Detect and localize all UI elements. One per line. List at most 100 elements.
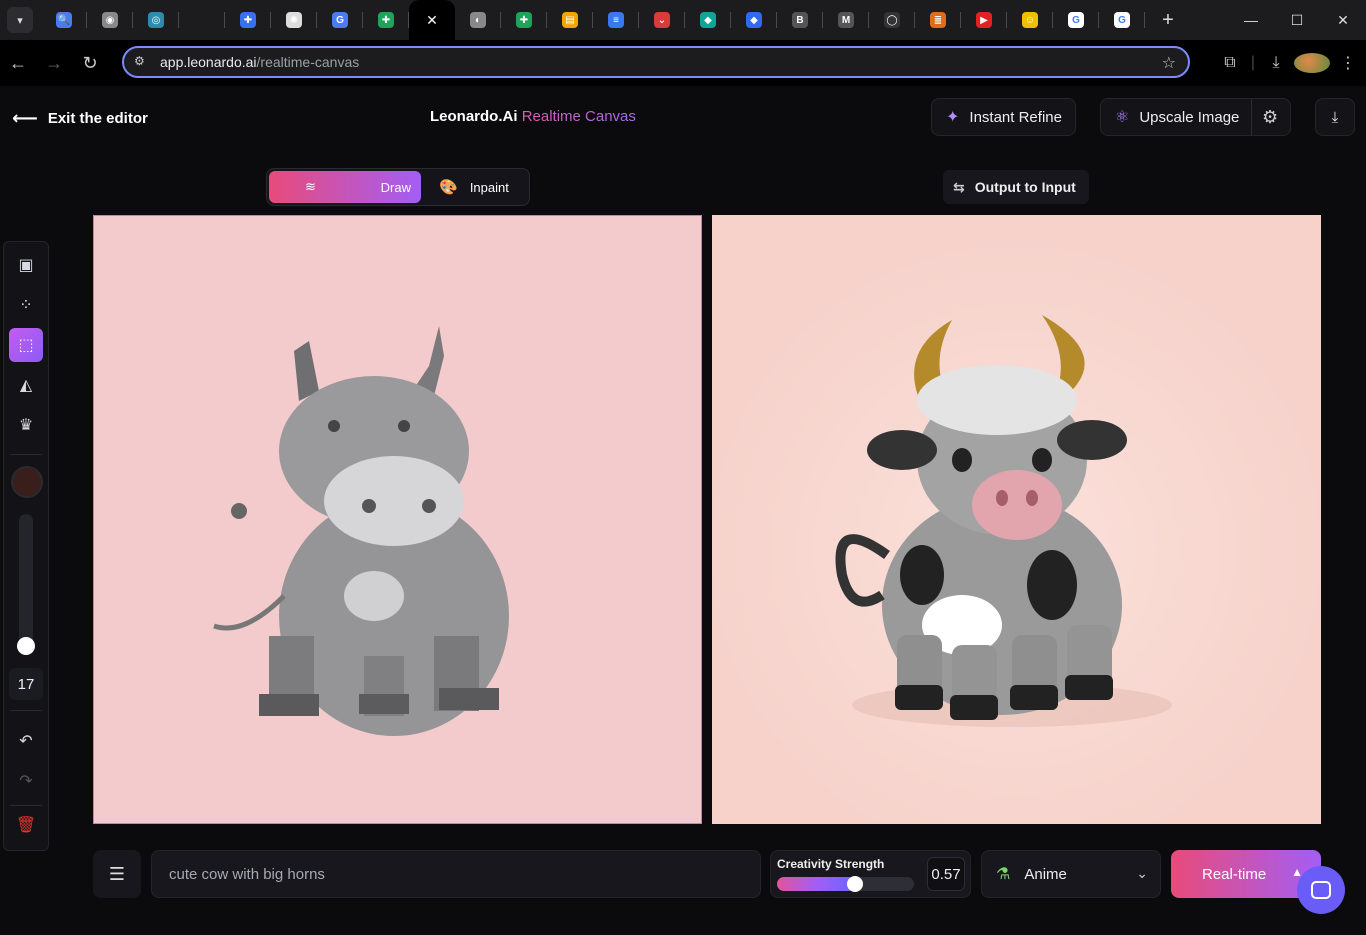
add-image-tool[interactable]: ▣ xyxy=(9,248,43,282)
undo-button[interactable]: ↶ xyxy=(9,724,43,758)
browser-toolbar: ← → ↻ ⚙ app.leonardo.ai/realtime-canvas … xyxy=(0,40,1366,86)
browser-tab[interactable]: ◐ xyxy=(455,0,501,40)
window-controls: — ☐ ✕ xyxy=(1228,0,1366,40)
browser-tab-bar: ▾ 🔍 ◉ ◎ ✚ ✺ G ✚ ✕ ◐ ✚ ▤ ≡ ⌄ ◆ ◆ B M ◯ ≣ ▶ ☺ G G + — ☐ ✕ xyxy=(0,0,1366,40)
creativity-slider[interactable] xyxy=(777,876,914,892)
redo-button[interactable]: ↷ xyxy=(9,764,43,798)
site-settings-icon[interactable]: ⚙ xyxy=(134,54,150,70)
delete-button[interactable]: 🗑 xyxy=(9,808,43,842)
paint-brush-tool[interactable]: ♛ xyxy=(9,408,43,442)
download-icon: ⤓ xyxy=(1331,108,1339,126)
creativity-slider-handle[interactable] xyxy=(847,876,864,892)
download-icon[interactable]: ⤓ xyxy=(1258,54,1294,72)
globe-icon: ◐ xyxy=(470,12,486,28)
browser-tab[interactable]: ⌄ xyxy=(639,0,685,40)
cow-sketch-image xyxy=(213,326,509,736)
new-tab-button[interactable]: + xyxy=(1153,5,1183,35)
image-plus-icon: ▣ xyxy=(18,257,34,274)
app-root: ⟵ Exit the editor Leonardo.Ai Realtime C… xyxy=(0,86,1366,935)
browser-tab[interactable]: ◆ xyxy=(685,0,731,40)
reload-icon: ↻ xyxy=(82,52,98,73)
diamond-blue-icon: ◆ xyxy=(746,12,762,28)
arrow-right-icon: → xyxy=(45,52,63,73)
divider xyxy=(10,454,42,455)
output-to-input-button[interactable]: ⇆ Output to Input xyxy=(943,170,1089,204)
browser-tab[interactable]: ◎ xyxy=(133,0,179,40)
output-canvas[interactable] xyxy=(712,215,1321,824)
browser-tab[interactable]: ▶ xyxy=(961,0,1007,40)
browser-tab[interactable]: 🔍 xyxy=(41,0,87,40)
tab-search-menu-button[interactable]: ▾ xyxy=(7,7,33,33)
generated-cow-image xyxy=(835,315,1172,727)
grid-tool[interactable]: ⁘ xyxy=(9,288,43,322)
drawing-canvas[interactable] xyxy=(93,215,702,824)
reload-button[interactable]: ↻ xyxy=(72,45,108,81)
draw-brush-icon: ≋ xyxy=(305,179,316,194)
divider xyxy=(10,805,42,806)
github-icon: ◯ xyxy=(884,12,900,28)
chat-support-button[interactable] xyxy=(1297,866,1345,914)
minimize-button[interactable]: — xyxy=(1228,0,1274,40)
tab-draw[interactable]: ≋ Draw xyxy=(269,171,421,203)
url-text: app.leonardo.ai/realtime-canvas xyxy=(160,54,359,70)
creativity-value-input[interactable]: 0.57 xyxy=(927,857,965,891)
creativity-label: Creativity Strength xyxy=(777,857,885,871)
browser-tab[interactable]: B xyxy=(777,0,823,40)
chevron-down-icon: ⌄ xyxy=(1136,865,1148,881)
undo-icon: ↶ xyxy=(19,733,33,750)
address-bar[interactable]: ⚙ app.leonardo.ai/realtime-canvas ☆ xyxy=(122,46,1190,78)
sparkle-icon: ✦ xyxy=(946,109,960,126)
brush-size-slider-handle[interactable] xyxy=(17,637,35,655)
gear-icon[interactable]: ⚙ xyxy=(1262,107,1278,128)
browser-tab[interactable]: ≣ xyxy=(915,0,961,40)
style-label: Anime xyxy=(1024,865,1067,883)
browser-tab[interactable]: G xyxy=(317,0,363,40)
tab-inpaint[interactable]: 🎨 Inpaint xyxy=(421,171,527,203)
style-dropdown[interactable]: ⚗ Anime ⌄ xyxy=(981,850,1161,898)
exit-editor-button[interactable]: ⟵ Exit the editor xyxy=(12,108,148,129)
browser-tab[interactable]: ✚ xyxy=(501,0,547,40)
openai-icon: ✺ xyxy=(286,12,302,28)
brand-name: Leonardo.Ai xyxy=(430,108,518,125)
upscale-image-button[interactable]: ⚛ Upscale Image ⚙ xyxy=(1100,98,1291,136)
browser-tab[interactable]: G xyxy=(1053,0,1099,40)
browser-tab[interactable]: ◆ xyxy=(731,0,777,40)
download-button[interactable]: ⤓ xyxy=(1315,98,1355,136)
kebab-menu-icon[interactable]: ⋮ xyxy=(1330,53,1366,73)
browser-tab[interactable]: G xyxy=(1099,0,1145,40)
browser-tab[interactable]: ☺ xyxy=(1007,0,1053,40)
back-button[interactable]: ← xyxy=(0,45,36,81)
brush-size-value[interactable]: 17 xyxy=(9,668,43,700)
select-tool[interactable]: ⬚ xyxy=(9,328,43,362)
output-to-input-label: Output to Input xyxy=(974,179,1076,195)
active-browser-tab[interactable]: ✕ xyxy=(409,0,455,40)
browser-tab[interactable]: ✚ xyxy=(225,0,271,40)
browser-tab[interactable]: ▤ xyxy=(547,0,593,40)
browser-tab[interactable]: ✺ xyxy=(271,0,317,40)
browser-tab[interactable] xyxy=(179,0,225,40)
browser-tab[interactable]: ✚ xyxy=(363,0,409,40)
bookmark-star-icon[interactable]: ☆ xyxy=(1162,53,1176,73)
translate-icon: G xyxy=(332,12,348,28)
browser-tab[interactable]: M xyxy=(823,0,869,40)
browser-tab[interactable]: ≡ xyxy=(593,0,639,40)
extensions-icon[interactable]: ⧉ xyxy=(1212,54,1248,72)
browser-tab[interactable]: ◉ xyxy=(87,0,133,40)
blank-icon xyxy=(194,12,210,28)
browser-tab[interactable]: ◯ xyxy=(869,0,915,40)
profile-avatar[interactable] xyxy=(1294,53,1330,73)
brush-size-slider[interactable] xyxy=(19,514,33,654)
maximize-button[interactable]: ☐ xyxy=(1274,0,1320,40)
divider: | xyxy=(1250,54,1256,71)
instant-refine-button[interactable]: ✦ Instant Refine xyxy=(931,98,1076,136)
close-tab-icon[interactable]: ✕ xyxy=(426,12,438,29)
prompt-input[interactable]: cute cow with big horns xyxy=(151,850,761,898)
avatar xyxy=(1294,53,1330,73)
dots-grid-icon: ⁘ xyxy=(19,297,33,314)
generation-settings-button[interactable]: ☰ xyxy=(93,850,141,898)
forward-button[interactable]: → xyxy=(36,45,72,81)
close-window-button[interactable]: ✕ xyxy=(1320,0,1366,40)
brush-color-swatch[interactable] xyxy=(11,466,43,498)
swap-arrows-icon: ⇆ xyxy=(953,178,965,195)
eraser-tool[interactable]: ◭ xyxy=(9,368,43,402)
